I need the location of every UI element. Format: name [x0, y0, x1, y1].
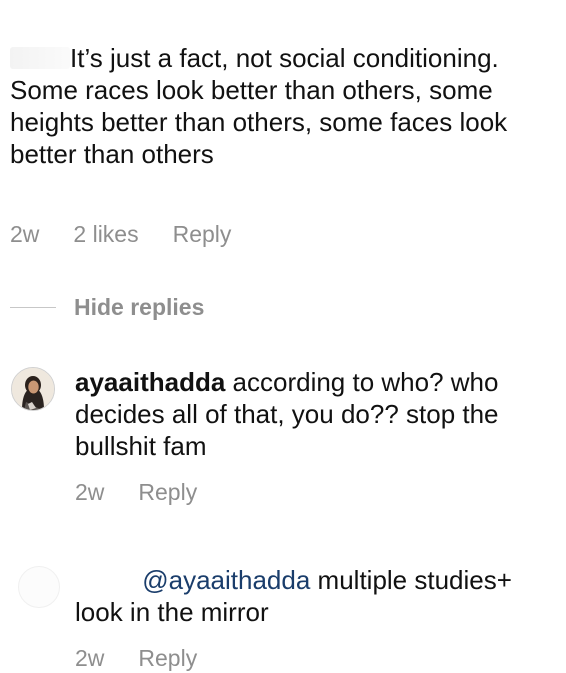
reply-meta: 2w Reply: [75, 645, 197, 672]
avatar[interactable]: [18, 566, 60, 608]
comment-likes[interactable]: 2 likes: [73, 221, 138, 248]
divider-line: [10, 306, 56, 308]
reply-time: 2w: [75, 479, 105, 505]
user-avatar-photo-icon: [12, 368, 54, 410]
reply-meta: 2w Reply: [75, 479, 197, 506]
reply-text: ayaaithadda according to who? who decide…: [75, 366, 545, 462]
comment-meta: 2w 2 likes Reply: [10, 221, 231, 248]
redacted-username: [75, 567, 135, 589]
comment-text: It’s just a fact, not social conditionin…: [10, 42, 530, 170]
reply-username[interactable]: ayaaithadda: [75, 367, 225, 397]
hide-replies-toggle[interactable]: Hide replies: [10, 292, 204, 322]
reply-button[interactable]: Reply: [138, 645, 197, 672]
reply-button[interactable]: Reply: [138, 479, 197, 506]
reply-time: 2w: [75, 645, 105, 671]
reply-button[interactable]: Reply: [173, 221, 232, 248]
comment-body: It’s just a fact, not social conditionin…: [10, 43, 508, 169]
redacted-username: [10, 47, 70, 69]
avatar[interactable]: [11, 367, 55, 411]
comment-time: 2w: [10, 221, 40, 247]
mention-link[interactable]: @ayaaithadda: [142, 565, 310, 595]
hide-replies-label[interactable]: Hide replies: [74, 294, 204, 321]
reply-text: @ayaaithadda multiple studies+ look in t…: [75, 564, 545, 628]
